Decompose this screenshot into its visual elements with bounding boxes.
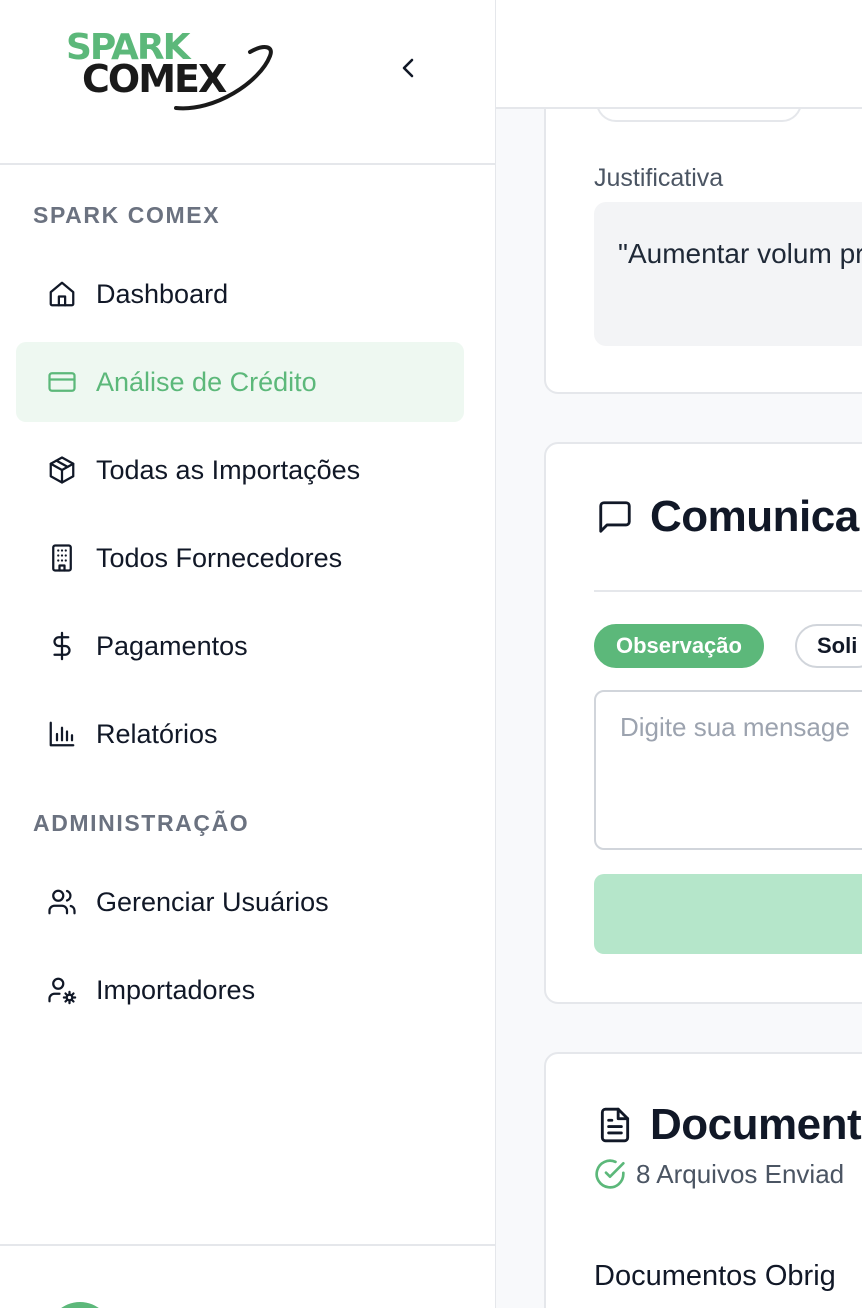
sidebar-item-pagamentos[interactable]: Pagamentos bbox=[16, 606, 464, 686]
sidebar-item-label: Gerenciar Usuários bbox=[96, 887, 329, 917]
building-icon bbox=[46, 542, 78, 574]
package-icon bbox=[46, 454, 78, 486]
chip-observacao[interactable]: Observação bbox=[594, 624, 764, 668]
sidebar-item-label: Análise de Crédito bbox=[96, 367, 317, 397]
bar-chart-icon bbox=[46, 718, 78, 750]
documents-status-text: 8 Arquivos Enviad bbox=[636, 1158, 845, 1189]
chevron-left-icon bbox=[402, 58, 414, 78]
section-label-spark-comex: SPARK COMEX bbox=[33, 202, 221, 228]
check-circle-icon bbox=[595, 1159, 625, 1189]
documents-status: 8 Arquivos Enviad bbox=[594, 1158, 844, 1190]
communication-card: Comunica Observação Soli bbox=[544, 442, 862, 1004]
credit-card-icon bbox=[46, 366, 78, 398]
logo-swoosh-icon bbox=[174, 45, 273, 111]
sidebar-item-relatorios[interactable]: Relatórios bbox=[16, 694, 464, 774]
sidebar-item-label: Pagamentos bbox=[96, 631, 248, 661]
justification-text: "Aumentar volum preços" bbox=[618, 238, 862, 269]
main-content: Justificativa "Aumentar volum preços" Co… bbox=[496, 0, 862, 1308]
send-message-button[interactable] bbox=[594, 874, 862, 954]
sidebar-item-label: Relatórios bbox=[96, 719, 218, 749]
divider bbox=[594, 590, 862, 592]
sidebar-item-todos-fornecedores[interactable]: Todos Fornecedores bbox=[16, 518, 464, 598]
justification-label: Justificativa bbox=[594, 164, 724, 192]
documents-title: Document bbox=[650, 1100, 862, 1149]
chip-solicitacao[interactable]: Soli bbox=[795, 624, 862, 668]
top-header-bar bbox=[496, 0, 862, 109]
sidebar-item-label: Todos Fornecedores bbox=[96, 543, 343, 573]
home-icon bbox=[46, 278, 78, 310]
message-input[interactable] bbox=[594, 690, 862, 850]
file-text-icon bbox=[600, 1107, 630, 1143]
section-label-administracao: ADMINISTRAÇÃO bbox=[33, 810, 250, 836]
sidebar-item-label: Todas as Importações bbox=[96, 455, 361, 485]
users-icon bbox=[46, 886, 78, 918]
sidebar-item-importadores[interactable]: Importadores bbox=[16, 950, 464, 1030]
sidebar-header: SPARK COMEX bbox=[0, 0, 496, 165]
sidebar-item-label: Importadores bbox=[96, 975, 256, 1005]
collapse-sidebar-button[interactable] bbox=[392, 52, 424, 84]
sidebar-item-gerenciar-usuarios[interactable]: Gerenciar Usuários bbox=[16, 862, 464, 942]
documents-card: Document 8 Arquivos Enviad Documentos Ob… bbox=[544, 1052, 862, 1308]
sidebar-item-analise-de-credito[interactable]: Análise de Crédito bbox=[16, 342, 464, 422]
sidebar-item-dashboard[interactable]: Dashboard bbox=[16, 254, 464, 334]
justification-box: "Aumentar volum preços" bbox=[594, 202, 862, 346]
sidebar-footer bbox=[0, 1244, 496, 1308]
sidebar-item-label: Dashboard bbox=[96, 279, 229, 309]
dollar-sign-icon bbox=[46, 630, 78, 662]
spark-comex-logo[interactable]: SPARK COMEX bbox=[64, 30, 276, 116]
sidebar: SPARK COMEX SPARK COMEX Dashboard Anális… bbox=[0, 0, 496, 1308]
required-documents-heading: Documentos Obrig bbox=[594, 1260, 836, 1292]
sidebar-item-todas-importacoes[interactable]: Todas as Importações bbox=[16, 430, 464, 510]
message-square-icon bbox=[599, 501, 631, 533]
communication-title: Comunica bbox=[650, 492, 859, 541]
user-cog-icon bbox=[46, 974, 78, 1006]
avatar[interactable] bbox=[48, 1302, 112, 1308]
